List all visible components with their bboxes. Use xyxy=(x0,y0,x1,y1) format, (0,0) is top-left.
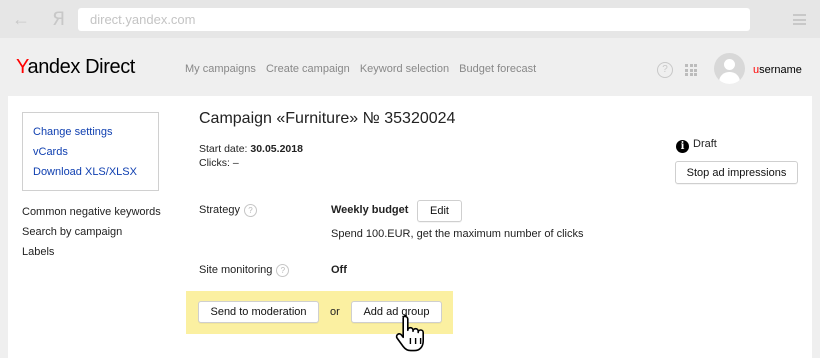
nav-keyword-selection[interactable]: Keyword selection xyxy=(360,63,449,75)
stop-ad-impressions-button[interactable]: Stop ad impressions xyxy=(675,161,798,184)
strategy-description: Spend 100.EUR, get the maximum number of… xyxy=(331,228,584,240)
question-icon[interactable]: ? xyxy=(243,204,257,217)
menu-icon[interactable] xyxy=(793,14,806,25)
or-text: or xyxy=(330,306,340,318)
yandex-direct-logo[interactable]: Yandex Direct xyxy=(16,56,135,79)
clicks-label: Clicks: xyxy=(199,157,230,169)
sidebar-links: Common negative keywords Search by campa… xyxy=(22,202,161,262)
strategy-label: Strategy xyxy=(199,204,240,216)
back-arrow-icon[interactable]: ← xyxy=(10,8,32,30)
apps-grid-icon[interactable] xyxy=(685,64,697,76)
question-icon[interactable]: ? xyxy=(276,264,290,277)
edit-strategy-button[interactable]: Edit xyxy=(417,200,462,222)
avatar[interactable] xyxy=(714,53,745,84)
logo-rest: andex Direct xyxy=(27,56,135,78)
send-to-moderation-button[interactable]: Send to moderation xyxy=(198,301,319,323)
start-date-value: 30.05.2018 xyxy=(250,143,303,155)
search-by-campaign-link[interactable]: Search by campaign xyxy=(22,222,161,242)
nav-my-campaigns[interactable]: My campaigns xyxy=(185,63,256,75)
info-icon: i xyxy=(676,140,689,153)
monitoring-value: Off xyxy=(331,264,347,276)
hand-cursor-icon xyxy=(395,314,424,352)
username[interactable]: username xyxy=(753,64,802,76)
campaign-meta: Start date: 30.05.2018 Clicks: – xyxy=(199,142,303,170)
status-area: i Draft xyxy=(676,138,717,153)
page-title: Campaign «Furniture» № 35320024 xyxy=(199,110,456,127)
labels-link[interactable]: Labels xyxy=(22,242,161,262)
status-badge: Draft xyxy=(693,138,717,150)
sidebar-box: Change settings vCards Download XLS/XLSX xyxy=(22,112,159,191)
url-field[interactable]: direct.yandex.com xyxy=(78,8,750,31)
negative-keywords-link[interactable]: Common negative keywords xyxy=(22,202,161,222)
top-nav: My campaigns Create campaign Keyword sel… xyxy=(185,63,543,75)
vcards-link[interactable]: vCards xyxy=(33,142,148,162)
app-header: Yandex Direct My campaigns Create campai… xyxy=(0,38,820,96)
change-settings-link[interactable]: Change settings xyxy=(33,122,148,142)
clicks-value: – xyxy=(232,157,239,169)
download-xls-link[interactable]: Download XLS/XLSX xyxy=(33,162,148,182)
monitoring-label-row: Site monitoring? xyxy=(199,264,290,277)
start-date-label: Start date: xyxy=(199,143,248,155)
strategy-label-row: Strategy? xyxy=(199,204,257,217)
help-icon[interactable]: ? xyxy=(657,62,673,78)
browser-bar: ← Я direct.yandex.com xyxy=(0,0,820,38)
logo-first-letter: Y xyxy=(16,56,28,78)
nav-budget-forecast[interactable]: Budget forecast xyxy=(459,63,536,75)
yandex-icon[interactable]: Я xyxy=(52,7,70,31)
monitoring-label: Site monitoring xyxy=(199,264,273,276)
strategy-value: Weekly budget xyxy=(331,204,409,216)
nav-create-campaign[interactable]: Create campaign xyxy=(266,63,350,75)
